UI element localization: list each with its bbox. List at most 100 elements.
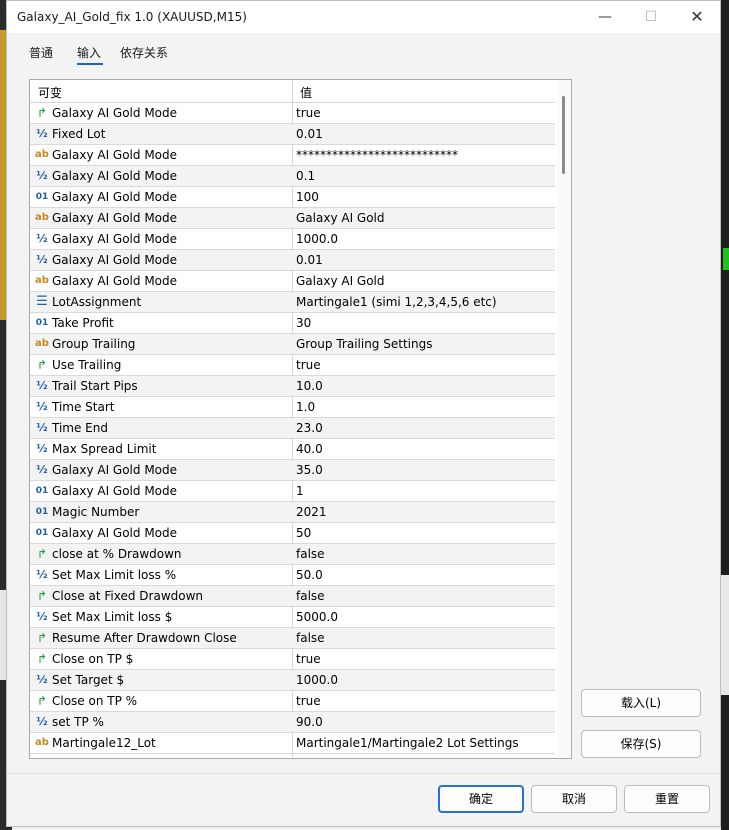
close-button[interactable]: ✕ xyxy=(674,1,720,33)
vertical-scrollbar[interactable] xyxy=(557,80,571,758)
param-value[interactable]: Martingale1 (simi 1,2,3,4,5,6 etc) xyxy=(296,295,497,309)
tab-dependencies[interactable]: 依存关系 xyxy=(120,44,168,61)
param-row[interactable]: ☰ LotAssignment Martingale1 (simi 1,2,3,4,… xyxy=(30,292,555,313)
scrollbar-thumb[interactable] xyxy=(562,96,565,174)
param-value[interactable]: 0.01 xyxy=(296,253,323,267)
tab-common[interactable]: 普通 xyxy=(29,44,53,61)
param-value[interactable]: 100 xyxy=(296,190,319,204)
param-value[interactable]: Galaxy AI Gold xyxy=(296,211,385,225)
param-value[interactable]: 5000.0 xyxy=(296,610,338,624)
param-row[interactable]: ↱ Resume After Drawdown Close false xyxy=(30,628,555,649)
param-value[interactable]: 23.0 xyxy=(296,421,323,435)
param-name: Time Start xyxy=(52,400,115,414)
param-name: Close on TP $ xyxy=(52,652,134,666)
param-value[interactable]: true xyxy=(296,358,321,372)
param-value[interactable]: 40.0 xyxy=(296,442,323,456)
bool-param-icon: ↱ xyxy=(36,631,48,645)
param-value[interactable]: 50.0 xyxy=(296,568,323,582)
param-name: close at % Drawdown xyxy=(52,547,182,561)
param-value[interactable]: 10.0 xyxy=(296,379,323,393)
double-param-icon: ½ xyxy=(36,379,48,392)
param-name: Galaxy AI Gold Mode xyxy=(52,484,178,498)
param-row[interactable]: ab Galaxy AI Gold Mode *******************… xyxy=(30,145,555,166)
param-value[interactable]: 1000.0 xyxy=(296,673,338,687)
param-row[interactable]: ↱ Galaxy AI Gold Mode true xyxy=(30,103,555,124)
param-value[interactable]: 1 xyxy=(296,484,304,498)
param-value[interactable]: false xyxy=(296,631,325,645)
string-param-icon: ab xyxy=(35,212,49,223)
param-value[interactable]: 2021 xyxy=(296,505,327,519)
param-row[interactable]: ½ Set Max Limit loss % 50.0 xyxy=(30,565,555,586)
param-value[interactable]: false xyxy=(296,589,325,603)
param-value[interactable]: 35.0 xyxy=(296,463,323,477)
column-header-variable[interactable]: 可变 xyxy=(38,84,62,101)
param-value[interactable]: true xyxy=(296,652,321,666)
int-param-icon: 01 xyxy=(35,192,49,202)
param-row[interactable]: ↱ Close on TP % true xyxy=(30,691,555,712)
param-row[interactable]: 01 Magic Number 2021 xyxy=(30,502,555,523)
param-row[interactable]: ab Galaxy AI Gold Mode Galaxy AI Gold xyxy=(30,208,555,229)
param-name: Magic Number xyxy=(52,505,140,519)
param-row[interactable]: ab Martingale12_Lot Martingale1/Martingale… xyxy=(30,733,555,754)
param-row[interactable]: ½ Time Start 1.0 xyxy=(30,397,555,418)
param-row[interactable]: ↱ Close on TP $ true xyxy=(30,649,555,670)
string-param-icon: ab xyxy=(35,275,49,286)
param-row[interactable]: 01 Galaxy AI Gold Mode 100 xyxy=(30,187,555,208)
double-param-icon: ½ xyxy=(36,463,48,476)
tab-inputs[interactable]: 输入 xyxy=(77,44,101,61)
param-value[interactable]: Martingale1/Martingale2 Lot Settings xyxy=(296,736,519,750)
param-value[interactable]: 90.0 xyxy=(296,715,323,729)
param-value[interactable]: true xyxy=(296,694,321,708)
param-row[interactable]: ½ Set Target $ 1000.0 xyxy=(30,670,555,691)
param-row[interactable]: ab Galaxy AI Gold Mode Galaxy AI Gold xyxy=(30,271,555,292)
maximize-button[interactable]: ☐ xyxy=(628,1,674,33)
param-name: Galaxy AI Gold Mode xyxy=(52,190,178,204)
param-row[interactable]: ↱ Use Trailing true xyxy=(30,355,555,376)
param-row[interactable]: 01 Galaxy AI Gold Mode 50 xyxy=(30,523,555,544)
param-name: Galaxy AI Gold Mode xyxy=(52,106,178,120)
string-param-icon: ab xyxy=(35,338,49,349)
param-value[interactable]: 0.01 xyxy=(296,127,323,141)
cancel-button[interactable]: 取消 xyxy=(531,785,617,813)
ok-button[interactable]: 确定 xyxy=(438,785,524,813)
param-name: Galaxy AI Gold Mode xyxy=(52,463,178,477)
reset-button[interactable]: 重置 xyxy=(624,785,710,813)
param-row[interactable]: ½ Galaxy AI Gold Mode 0.01 xyxy=(30,250,555,271)
param-value[interactable]: 1000.0 xyxy=(296,232,338,246)
param-row[interactable]: ↱ Close at Fixed Drawdown false xyxy=(30,586,555,607)
param-value[interactable]: true xyxy=(296,106,321,120)
param-value[interactable]: 0.1 xyxy=(296,169,315,183)
param-value[interactable]: Group Trailing Settings xyxy=(296,337,432,351)
param-value[interactable]: 1.0 xyxy=(296,400,315,414)
param-value[interactable]: false xyxy=(296,547,325,561)
tab-bar: 普通 输入 依存关系 xyxy=(7,33,720,67)
param-row[interactable]: 01 Take Profit 30 xyxy=(30,313,555,334)
inputs-grid[interactable]: 可变 值 ↱ Galaxy AI Gold Mode true ½ Fixed Lot 0… xyxy=(29,79,572,759)
save-button[interactable]: 保存(S) xyxy=(581,730,701,758)
param-row[interactable]: ↱ close at % Drawdown false xyxy=(30,544,555,565)
enum-param-icon: ☰ xyxy=(36,294,48,309)
minimize-button[interactable]: — xyxy=(582,1,628,33)
column-header-value[interactable]: 值 xyxy=(300,84,312,101)
param-row[interactable]: ab Group Trailing Group Trailing Settings xyxy=(30,334,555,355)
param-row[interactable]: ½ Galaxy AI Gold Mode 0.1 xyxy=(30,166,555,187)
param-row[interactable]: ½ Galaxy AI Gold Mode 1000.0 xyxy=(30,229,555,250)
double-param-icon: ½ xyxy=(36,673,48,686)
param-row[interactable]: ½ Max Spread Limit 40.0 xyxy=(30,439,555,460)
param-row[interactable]: ½ set TP % 90.0 xyxy=(30,712,555,733)
param-row[interactable]: ½ Set Max Limit loss $ 5000.0 xyxy=(30,607,555,628)
param-row[interactable]: ½ Trail Start Pips 10.0 xyxy=(30,376,555,397)
title-bar[interactable]: Galaxy_AI_Gold_fix 1.0 (XAUUSD,M15) — ☐ … xyxy=(7,1,720,33)
double-param-icon: ½ xyxy=(36,253,48,266)
param-row[interactable]: 01 Galaxy AI Gold Mode 1 xyxy=(30,481,555,502)
param-value[interactable]: 30 xyxy=(296,316,311,330)
double-param-icon: ½ xyxy=(36,169,48,182)
param-value[interactable]: *************************** xyxy=(296,148,458,162)
param-value[interactable]: Galaxy AI Gold xyxy=(296,274,385,288)
load-button[interactable]: 载入(L) xyxy=(581,689,701,717)
param-row[interactable]: ½ Galaxy AI Gold Mode 35.0 xyxy=(30,460,555,481)
ea-properties-dialog: Galaxy_AI_Gold_fix 1.0 (XAUUSD,M15) — ☐ … xyxy=(6,0,721,827)
param-row[interactable]: ½ Fixed Lot 0.01 xyxy=(30,124,555,145)
param-row[interactable]: ½ Time End 23.0 xyxy=(30,418,555,439)
param-value[interactable]: 50 xyxy=(296,526,311,540)
